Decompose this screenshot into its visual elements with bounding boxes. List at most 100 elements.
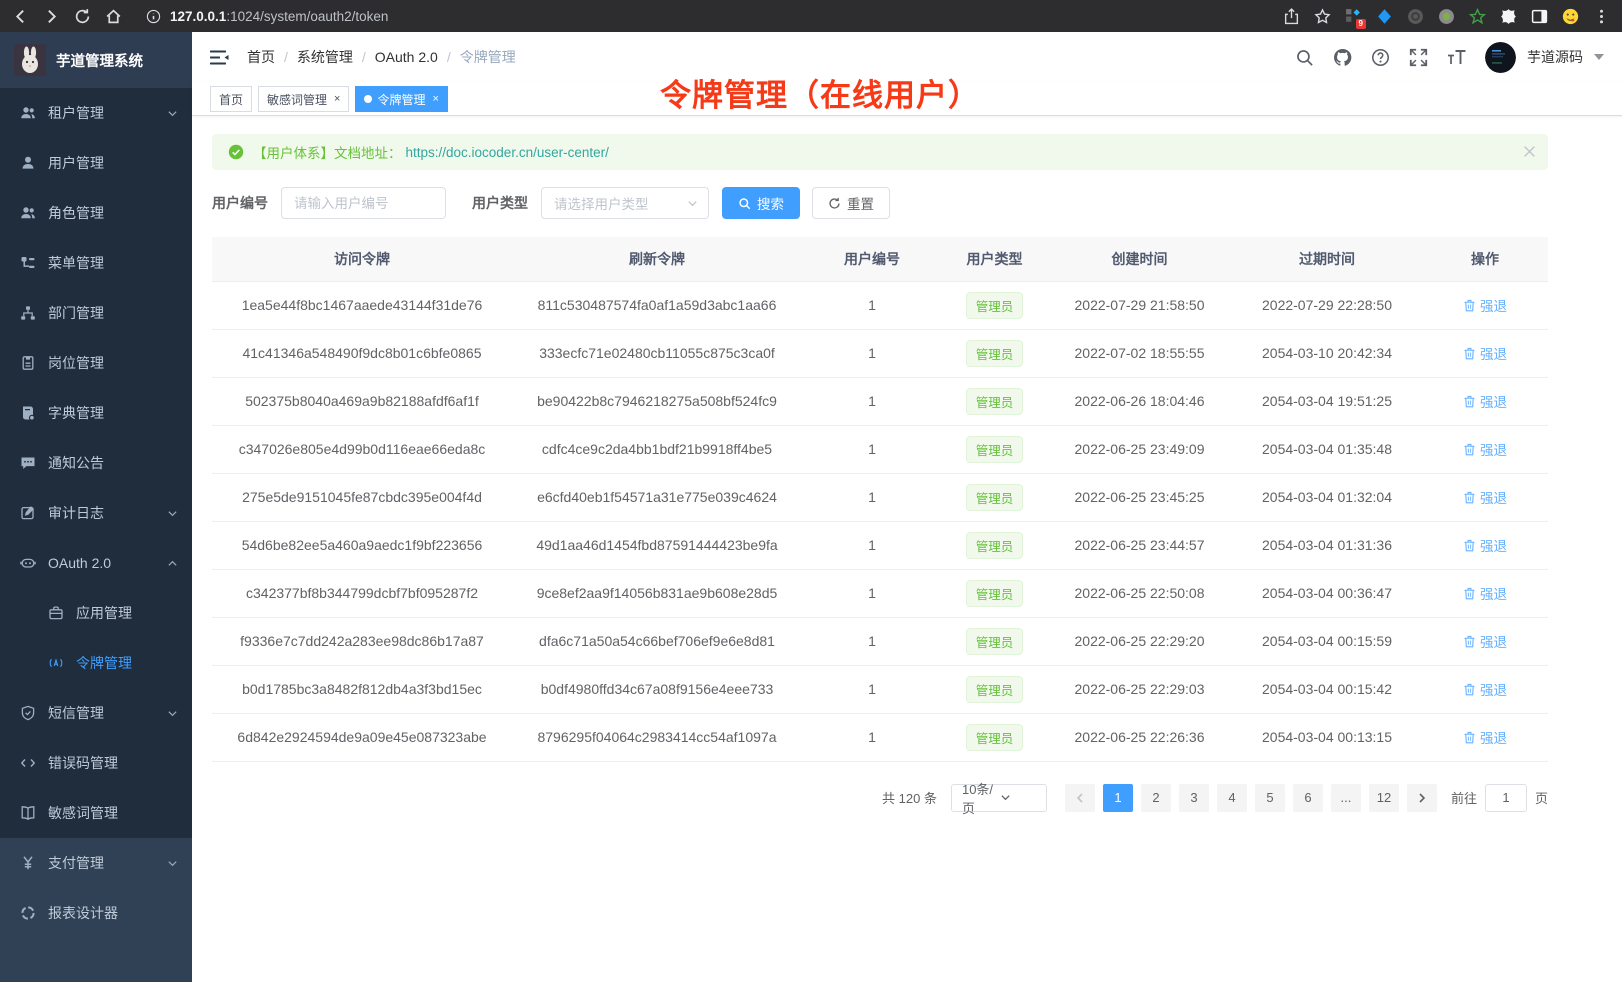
tag-label: 敏感词管理 (267, 91, 327, 108)
search-icon[interactable] (1295, 48, 1314, 67)
force-logout-button[interactable]: 强退 (1463, 487, 1507, 507)
page-button-5[interactable]: 5 (1255, 784, 1285, 812)
sidebar-item-oauth-app[interactable]: 应用管理 (0, 588, 192, 638)
goto-page-input[interactable] (1485, 784, 1527, 812)
tag-tab-3[interactable]: 令牌管理× (355, 86, 447, 112)
more-pages-button[interactable]: ... (1331, 784, 1361, 812)
extensions-cluster-icon[interactable]: 9 (1345, 8, 1362, 25)
back-icon[interactable] (12, 8, 29, 25)
force-logout-button[interactable]: 强退 (1463, 343, 1507, 363)
user-type-select[interactable]: 请选择用户类型 (541, 187, 709, 219)
force-logout-label: 强退 (1480, 391, 1507, 411)
sidebar-item-label: 令牌管理 (76, 653, 132, 673)
tag-close-icon[interactable]: × (432, 94, 438, 105)
page-button-2[interactable]: 2 (1141, 784, 1171, 812)
page-size-select[interactable]: 10条/页 (951, 784, 1047, 812)
force-logout-button[interactable]: 强退 (1463, 391, 1507, 411)
green-star-extension-icon[interactable] (1469, 8, 1486, 25)
cell-access-token: 502375b8040a469a9b82188afdf6af1f (212, 377, 512, 425)
alert-close-icon[interactable] (1523, 145, 1536, 158)
sidebar-item-tenant[interactable]: 租户管理 (0, 88, 192, 138)
trash-icon (1463, 635, 1476, 648)
tag-close-icon[interactable]: × (334, 94, 340, 105)
sidebar-item-sensitive[interactable]: 敏感词管理 (0, 788, 192, 838)
sidebar-item-label: 菜单管理 (48, 253, 104, 273)
sidebar-collapse-icon[interactable] (210, 49, 229, 66)
home-icon[interactable] (105, 8, 122, 25)
user-avatar[interactable] (1485, 42, 1516, 73)
sidebar-item-dict[interactable]: 字典管理 (0, 388, 192, 438)
reset-button[interactable]: 重置 (812, 187, 890, 219)
force-logout-button[interactable]: 强退 (1463, 295, 1507, 315)
next-page-button[interactable] (1407, 784, 1437, 812)
goto-label: 前往 (1451, 788, 1477, 807)
force-logout-button[interactable]: 强退 (1463, 535, 1507, 555)
sidebar-item-audit[interactable]: 审计日志 (0, 488, 192, 538)
force-logout-button[interactable]: 强退 (1463, 727, 1507, 747)
fullscreen-icon[interactable] (1409, 48, 1428, 67)
help-icon[interactable] (1371, 48, 1390, 67)
sidebar-item-menu[interactable]: 菜单管理 (0, 238, 192, 288)
sidebar-item-oauth[interactable]: OAuth 2.0 (0, 538, 192, 588)
sidebar-item-report[interactable]: 报表设计器 (0, 888, 192, 938)
pinwheel-extension-icon[interactable] (1500, 8, 1517, 25)
sidebar-item-dept[interactable]: 部门管理 (0, 288, 192, 338)
table-body: 1ea5e44f8bc1467aaede43144f31de76811c5304… (212, 281, 1548, 761)
github-icon[interactable] (1333, 48, 1352, 67)
sidebar-item-role[interactable]: 角色管理 (0, 188, 192, 238)
tag-tab-2[interactable]: 敏感词管理 × (258, 86, 349, 112)
user-icon (20, 155, 36, 171)
force-logout-button[interactable]: 强退 (1463, 679, 1507, 699)
user-id-input[interactable] (281, 187, 446, 219)
breadcrumb-item[interactable]: 首页 (247, 47, 275, 67)
address-bar[interactable]: 127.0.0.1:1024/system/oauth2/token (136, 3, 1269, 29)
alert-text: 【用户体系】文档地址： (253, 142, 402, 162)
sidebar-item-oauth-token[interactable]: 令牌管理 (0, 638, 192, 688)
prev-page-button[interactable] (1065, 784, 1095, 812)
page-button-3[interactable]: 3 (1179, 784, 1209, 812)
sidebar-item-post[interactable]: 岗位管理 (0, 338, 192, 388)
font-size-icon[interactable] (1447, 48, 1466, 67)
breadcrumb-item[interactable]: 系统管理 (297, 47, 353, 67)
search-button[interactable]: 搜索 (722, 187, 800, 219)
sidebar-item-notice[interactable]: 通知公告 (0, 438, 192, 488)
page-button-4[interactable]: 4 (1217, 784, 1247, 812)
page-button-12[interactable]: 12 (1369, 784, 1399, 812)
cell-actions: 强退 (1422, 473, 1548, 521)
page-button-1[interactable]: 1 (1103, 784, 1133, 812)
app-logo[interactable]: 芋道管理系统 (0, 32, 192, 88)
sidebar-item-label: 角色管理 (48, 203, 104, 223)
browser-menu-icon[interactable] (1593, 8, 1610, 25)
cell-user-type: 管理员 (942, 665, 1047, 713)
user-name[interactable]: 芋道源码 (1527, 47, 1583, 67)
sidebar-item-errcode[interactable]: 错误码管理 (0, 738, 192, 788)
profile-emoji-icon[interactable] (1562, 8, 1579, 25)
user-type-placeholder: 请选择用户类型 (554, 193, 687, 213)
badge-icon (20, 355, 36, 371)
sidebar-item-user[interactable]: 用户管理 (0, 138, 192, 188)
record-extension-icon[interactable] (1438, 8, 1455, 25)
bookmark-star-icon[interactable] (1314, 8, 1331, 25)
cell-access-token: 54d6be82ee5a460a9aedc1f9bf223656 (212, 521, 512, 569)
share-icon[interactable] (1283, 8, 1300, 25)
reload-icon[interactable] (74, 8, 91, 25)
sidebar-item-pay[interactable]: 支付管理 (0, 838, 192, 888)
column-header: 用户类型 (942, 237, 1047, 281)
force-logout-button[interactable]: 强退 (1463, 439, 1507, 459)
cell-created-time: 2022-06-25 22:26:36 (1047, 713, 1232, 761)
caret-down-icon[interactable] (1594, 54, 1604, 60)
page-button-6[interactable]: 6 (1293, 784, 1323, 812)
cell-access-token: c347026e805e4d99b0d116eae66eda8c (212, 425, 512, 473)
command-extension-icon[interactable] (1407, 8, 1424, 25)
tag-tab-1[interactable]: 首页 (210, 86, 252, 112)
sidebar-item-sms[interactable]: 短信管理 (0, 688, 192, 738)
diamond-extension-icon[interactable] (1376, 8, 1393, 25)
force-logout-button[interactable]: 强退 (1463, 583, 1507, 603)
force-logout-label: 强退 (1480, 583, 1507, 603)
doc-link[interactable]: https://doc.iocoder.cn/user-center/ (406, 145, 609, 160)
side-panel-icon[interactable] (1531, 8, 1548, 25)
force-logout-button[interactable]: 强退 (1463, 631, 1507, 651)
site-info-icon[interactable] (146, 9, 161, 24)
breadcrumb-item[interactable]: OAuth 2.0 (375, 49, 438, 65)
forward-icon[interactable] (43, 8, 60, 25)
